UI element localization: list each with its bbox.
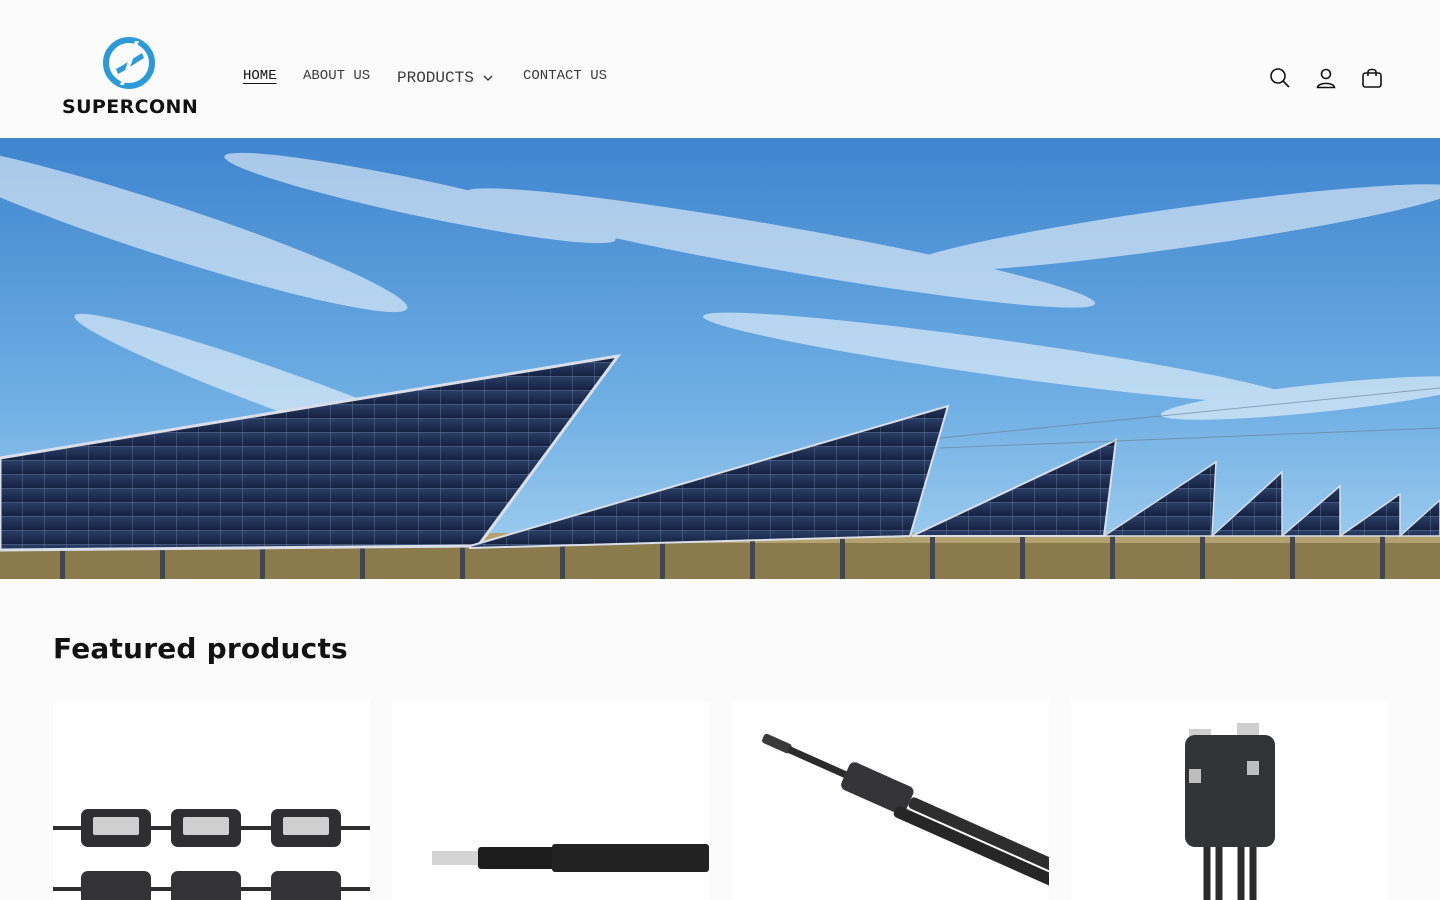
search-icon[interactable] [1268,62,1292,94]
nav-contact-us[interactable]: CONTACT US [523,68,607,84]
nav-products[interactable]: PRODUCTS [397,69,494,87]
nav-home[interactable]: HOME [243,68,277,84]
nav-products-label: PRODUCTS [397,69,474,87]
product-card[interactable] [732,701,1049,900]
product-card[interactable] [392,701,709,900]
hero-solar-panels-image [0,138,1440,579]
site-header: SUPERCONN HOME ABOUT US PRODUCTS CONTACT… [0,0,1440,138]
header-actions [1268,62,1384,94]
brand-logo[interactable]: SUPERCONN [62,34,200,120]
product-image-solar-cable [432,844,709,872]
product-card[interactable] [1071,701,1388,900]
featured-products-heading: Featured products [53,632,348,665]
product-image-split-junction-box [1185,723,1275,900]
product-card[interactable] [53,701,370,900]
hero-banner [0,138,1440,579]
product-image-branch-connector [762,733,1049,896]
cart-icon[interactable] [1360,62,1384,94]
brand-logo-mark-icon [103,37,155,89]
chevron-down-icon [483,75,493,81]
product-image-junction-box-grid [53,809,370,900]
brand-name: SUPERCONN [62,96,199,118]
account-icon[interactable] [1314,62,1338,94]
nav-about-us[interactable]: ABOUT US [303,68,370,84]
